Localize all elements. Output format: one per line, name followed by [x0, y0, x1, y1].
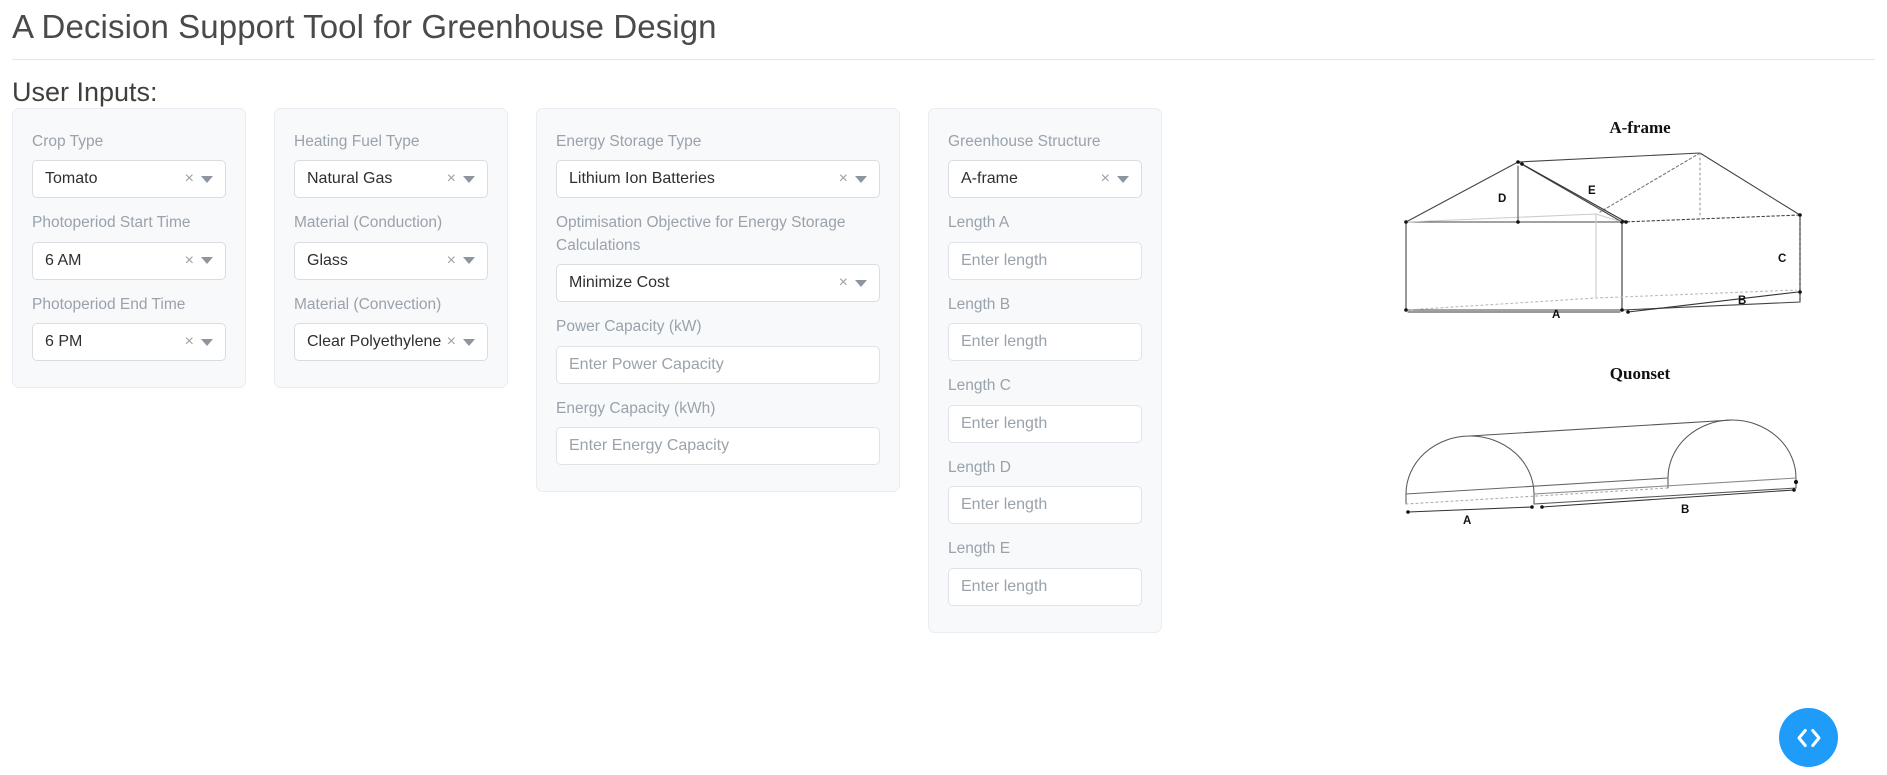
- aframe-label-b: B: [1738, 295, 1746, 307]
- field-greenhouse-structure: Greenhouse Structure A-frame ×: [948, 131, 1142, 199]
- field-photoperiod-end: Photoperiod End Time 6 PM ×: [32, 294, 226, 362]
- label-heating-fuel-type: Heating Fuel Type: [294, 133, 420, 150]
- aframe-diagram: A-frame A B C D E: [1400, 118, 1880, 330]
- label-length-e: Length E: [948, 540, 1011, 558]
- select-energy-storage-type[interactable]: Lithium Ion Batteries ×: [556, 160, 880, 199]
- field-length-e: Length E: [948, 538, 1142, 606]
- label-length-d: Length D: [948, 458, 1011, 476]
- select-crop-type-value: Tomato: [45, 170, 98, 188]
- aframe-label-c: C: [1778, 253, 1786, 265]
- clear-icon[interactable]: ×: [443, 334, 463, 350]
- aframe-diagram-svg: A B C D E: [1404, 152, 1802, 321]
- label-length-c: Length C: [948, 377, 1011, 395]
- quonset-label-b: B: [1681, 504, 1689, 516]
- select-greenhouse-structure-value: A-frame: [961, 170, 1018, 188]
- code-view-button[interactable]: [1779, 708, 1838, 767]
- aframe-diagram-title: A-frame: [1609, 118, 1671, 137]
- clear-icon[interactable]: ×: [835, 275, 855, 291]
- length-c-input[interactable]: [948, 404, 1142, 443]
- field-length-b: Length B: [948, 294, 1142, 362]
- clear-icon[interactable]: ×: [443, 252, 463, 269]
- section-heading-user-inputs: User Inputs:: [12, 77, 158, 108]
- field-material-convection: Material (Convection) Clear Polyethylene…: [294, 294, 488, 362]
- chevron-down-icon[interactable]: [201, 175, 213, 183]
- clear-icon[interactable]: ×: [181, 334, 201, 350]
- length-e-input[interactable]: [948, 567, 1142, 606]
- clear-icon[interactable]: ×: [181, 252, 201, 269]
- page-title: A Decision Support Tool for Greenhouse D…: [12, 8, 717, 45]
- chevron-down-icon[interactable]: [855, 175, 867, 183]
- power-capacity-input[interactable]: [556, 345, 880, 384]
- chevron-down-icon[interactable]: [463, 338, 475, 346]
- field-crop-type: Crop Type Tomato ×: [32, 131, 226, 199]
- clear-icon[interactable]: ×: [835, 171, 855, 187]
- label-greenhouse-structure: Greenhouse Structure: [948, 133, 1101, 150]
- chevron-down-icon[interactable]: [463, 175, 475, 183]
- field-length-a: Length A: [948, 212, 1142, 280]
- select-material-conduction[interactable]: Glass ×: [294, 241, 488, 280]
- quonset-diagram-title: Quonset: [1609, 364, 1671, 383]
- label-optimisation-objective: Optimisation Objective for Energy Storag…: [556, 214, 846, 254]
- label-photoperiod-start: Photoperiod Start Time: [32, 214, 191, 232]
- clear-icon[interactable]: ×: [181, 171, 201, 187]
- select-heating-fuel-type-value: Natural Gas: [307, 170, 393, 188]
- select-material-conduction-value: Glass: [307, 251, 348, 269]
- label-length-a: Length A: [948, 214, 1010, 232]
- field-length-d: Length D: [948, 457, 1142, 525]
- field-material-conduction: Material (Conduction) Glass ×: [294, 212, 488, 280]
- chevron-down-icon[interactable]: [201, 338, 213, 346]
- select-energy-storage-type-value: Lithium Ion Batteries: [569, 170, 715, 188]
- code-brackets-icon: [1797, 728, 1820, 747]
- select-optimisation-objective[interactable]: Minimize Cost ×: [556, 264, 880, 303]
- length-a-input[interactable]: [948, 241, 1142, 280]
- length-b-input[interactable]: [948, 323, 1142, 362]
- field-heating-fuel-type: Heating Fuel Type Natural Gas ×: [294, 131, 488, 199]
- label-length-b: Length B: [948, 295, 1011, 313]
- structure-diagrams: A-frame A B C D E Quonset A B: [1400, 118, 1880, 536]
- aframe-label-d: D: [1498, 193, 1506, 205]
- select-photoperiod-end[interactable]: 6 PM ×: [32, 323, 226, 362]
- chevron-down-icon[interactable]: [463, 257, 475, 265]
- select-optimisation-objective-value: Minimize Cost: [569, 274, 670, 292]
- field-power-capacity: Power Capacity (kW): [556, 316, 880, 384]
- app-root: A Decision Support Tool for Greenhouse D…: [0, 0, 1887, 775]
- length-d-input[interactable]: [948, 486, 1142, 525]
- label-photoperiod-end: Photoperiod End Time: [32, 295, 186, 313]
- select-greenhouse-structure[interactable]: A-frame ×: [948, 160, 1142, 199]
- label-material-convection: Material (Convection): [294, 295, 442, 313]
- card-greenhouse-structure-inputs: Greenhouse Structure A-frame × Length A …: [928, 108, 1162, 633]
- field-length-c: Length C: [948, 375, 1142, 443]
- chevron-down-icon[interactable]: [1117, 175, 1129, 183]
- select-photoperiod-start-value: 6 AM: [45, 251, 82, 269]
- select-material-convection[interactable]: Clear Polyethylene ×: [294, 323, 488, 362]
- field-energy-capacity: Energy Capacity (kWh): [556, 398, 880, 466]
- label-power-capacity: Power Capacity (kW): [556, 318, 702, 336]
- label-energy-capacity: Energy Capacity (kWh): [556, 399, 716, 417]
- quonset-label-a: A: [1463, 515, 1471, 527]
- select-heating-fuel-type[interactable]: Natural Gas ×: [294, 160, 488, 199]
- field-energy-storage-type: Energy Storage Type Lithium Ion Batterie…: [556, 131, 880, 199]
- aframe-label-e: E: [1588, 185, 1596, 197]
- select-photoperiod-end-value: 6 PM: [45, 333, 83, 351]
- field-photoperiod-start: Photoperiod Start Time 6 AM ×: [32, 212, 226, 280]
- energy-capacity-input[interactable]: [556, 427, 880, 466]
- select-photoperiod-start[interactable]: 6 AM ×: [32, 241, 226, 280]
- chevron-down-icon[interactable]: [201, 257, 213, 265]
- label-material-conduction: Material (Conduction): [294, 214, 443, 232]
- label-energy-storage-type: Energy Storage Type: [556, 133, 702, 150]
- card-crop-inputs: Crop Type Tomato × Photoperiod Start Tim…: [12, 108, 246, 389]
- select-material-convection-value: Clear Polyethylene: [307, 333, 442, 351]
- chevron-down-icon[interactable]: [855, 279, 867, 287]
- quonset-diagram: Quonset A B: [1400, 364, 1880, 536]
- clear-icon[interactable]: ×: [1097, 171, 1117, 187]
- clear-icon[interactable]: ×: [443, 171, 463, 187]
- quonset-diagram-svg: A B: [1405, 419, 1799, 527]
- label-crop-type: Crop Type: [32, 133, 104, 150]
- card-heating-inputs: Heating Fuel Type Natural Gas × Material…: [274, 108, 508, 389]
- card-energy-storage-inputs: Energy Storage Type Lithium Ion Batterie…: [536, 108, 900, 493]
- field-optimisation-objective: Optimisation Objective for Energy Storag…: [556, 212, 880, 303]
- select-crop-type[interactable]: Tomato ×: [32, 160, 226, 199]
- aframe-label-a: A: [1552, 309, 1560, 321]
